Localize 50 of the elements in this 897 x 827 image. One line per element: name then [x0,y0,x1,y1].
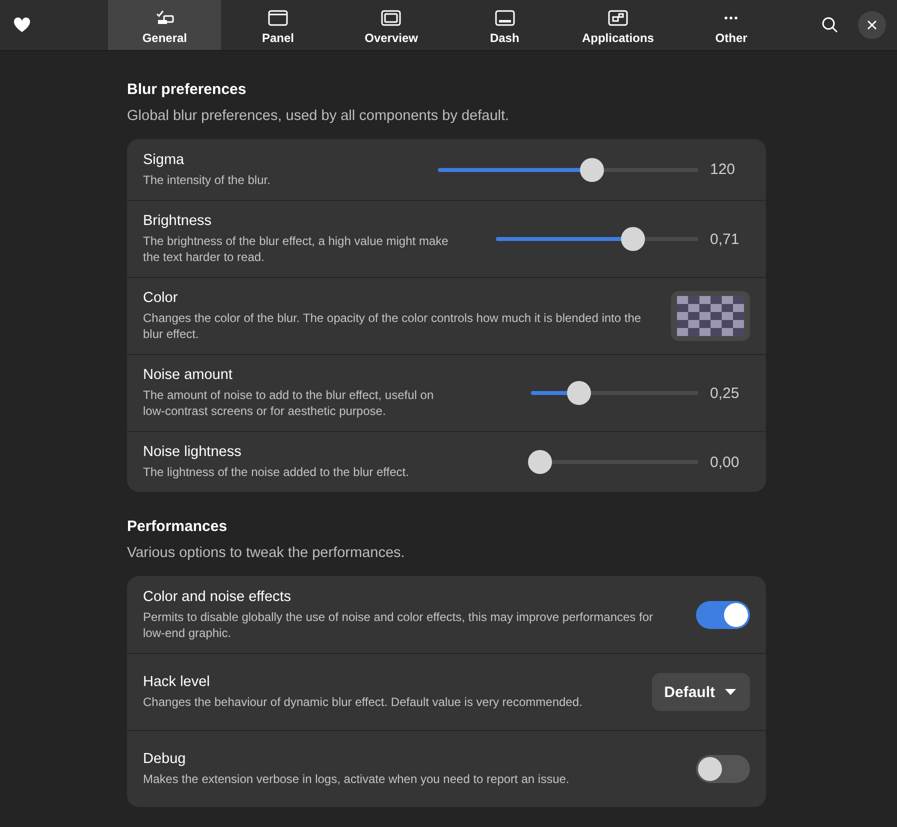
setting-description: Changes the color of the blur. The opacity of the color controls how much it is blended into the blur effect. [143,310,642,342]
tab[interactable]: Other [674,0,788,50]
checkerboard-icon [677,296,744,336]
toggle-switch[interactable] [696,600,750,628]
setting-title: Noise amount [143,367,234,383]
heart-icon[interactable] [13,17,31,33]
panel-icon [268,10,288,26]
dash-icon [494,10,515,26]
setting-title: Color [143,290,179,306]
slider-handle[interactable] [528,450,552,474]
search-icon [821,16,839,34]
close-icon [866,19,878,31]
setting-title: Debug [143,751,187,767]
setting-title: Sigma [143,152,186,168]
slider-handle[interactable] [620,227,645,251]
setting-description: Makes the extension verbose in logs, activate when you need to report an issue. [143,771,570,787]
setting-description: The brightness of the blur effect, a high value might make the text harder to read. [143,233,450,265]
setting-description: Changes the behaviour of dynamic blur effect. Default value is very recommended. [143,694,584,710]
more-icon [724,16,738,20]
setting-title: Noise lightness [143,444,242,460]
close-button[interactable] [858,11,886,39]
tab[interactable]: General [108,0,222,50]
slider-value: 0,25 [709,384,740,402]
tab[interactable]: Panel [221,0,335,50]
setting-description: The lightness of the noise added to the blur effect. [143,464,410,480]
tab[interactable]: Overview [334,0,448,50]
dropdown[interactable]: Default [652,673,750,711]
tab[interactable]: Dash [448,0,562,50]
window-icon [608,10,628,26]
slider-handle[interactable] [566,381,591,405]
caret-icon [725,689,736,695]
section-subtitle: Global blur preferences, used by all components by default. [127,108,510,124]
checklist-icon [156,10,174,26]
toggle-switch[interactable] [696,755,750,783]
color-button[interactable] [671,291,750,341]
tab[interactable]: Applications [561,0,675,50]
slider-value: 120 [709,161,736,178]
section-subtitle: Various options to tweak the performances. [127,545,406,561]
setting-title: Hack level [143,674,211,690]
slider-handle[interactable] [580,158,604,182]
overview-icon [381,10,402,26]
setting-description: Permits to disable globally the use of noise and color effects, this may improve performances for low-end graphic. [143,608,654,640]
section-title: Performances [127,518,228,535]
section-title: Blur preferences [127,81,248,98]
setting-description: The amount of noise to add to the blur effect, useful on low-contrast screens or for aesthetic purpose. [143,387,435,419]
setting-title: Color and noise effects [143,588,292,604]
slider-value: 0,71 [709,230,740,248]
slider-value: 0,00 [709,454,740,470]
setting-description: The intensity of the blur. [143,172,272,188]
setting-title: Brightness [143,213,213,229]
